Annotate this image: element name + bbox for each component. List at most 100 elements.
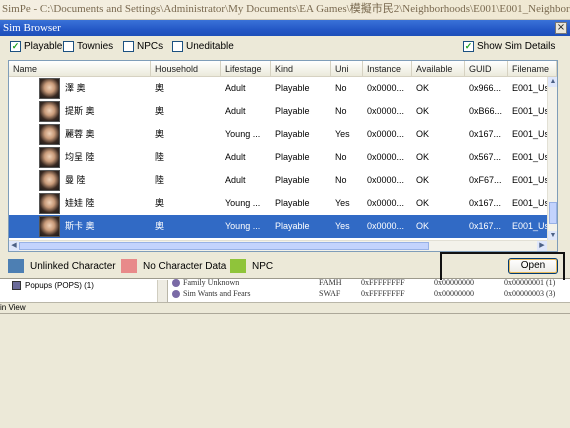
sim-row-selected[interactable]: 斯卡 奧 奧 Young ... Playable Yes 0x0000... OK 0x16…: [9, 215, 554, 238]
scroll-thumb[interactable]: [19, 242, 429, 250]
column-header-filename[interactable]: Filename: [508, 61, 557, 77]
cell-name: 娃娃 陸: [65, 198, 95, 208]
cell-uni: Yes: [335, 129, 350, 139]
status-bar: in View: [0, 302, 570, 313]
resource-row[interactable]: Sim Wants and Fears SWAF 0xFFFFFFFF 0x00…: [169, 289, 570, 300]
legend-label: NPC: [252, 260, 274, 272]
cell-lifestage: Adult: [225, 106, 246, 116]
resource-group: 0xFFFFFFFF: [361, 278, 405, 287]
scroll-corner: [547, 240, 557, 251]
scroll-right-icon[interactable]: ▶: [537, 241, 547, 251]
legend-item: Unlinked Character: [8, 259, 116, 273]
resource-list[interactable]: Family Unknown FAMH 0xFFFFFFFF 0x0000000…: [169, 278, 570, 302]
filter-playable-checkbox[interactable]: ✓ Playable: [10, 41, 62, 52]
sim-portrait-icon: [39, 170, 60, 191]
filter-townies-checkbox[interactable]: Townies: [63, 41, 113, 52]
cell-lifestage: Adult: [225, 83, 246, 93]
column-header-guid[interactable]: GUID: [465, 61, 508, 77]
cell-available: OK: [416, 106, 430, 116]
cell-name: 麗蓉 奧: [65, 129, 95, 139]
legend-swatch: [230, 259, 246, 273]
horizontal-scrollbar[interactable]: ◀ ▶: [9, 240, 547, 251]
cell-guid: 0x167...: [469, 198, 502, 208]
legend-item: No Character Data: [121, 259, 226, 273]
cell-available: OK: [416, 83, 430, 93]
resource-icon: [172, 279, 180, 287]
cell-household: 奧: [155, 198, 165, 208]
resource-instance: 0x00000000: [434, 289, 474, 298]
sim-portrait-icon: [39, 193, 60, 214]
checkbox-empty-icon: [172, 41, 183, 52]
cell-name: 均呈 陸: [65, 152, 95, 162]
column-header-name[interactable]: Name: [9, 61, 151, 77]
filter-npcs-checkbox[interactable]: NPCs: [123, 41, 163, 52]
filter-label: Uneditable: [186, 41, 234, 52]
resource-instance: 0x00000000: [434, 278, 474, 287]
cell-uni: No: [335, 175, 347, 185]
cell-instance: 0x0000...: [367, 129, 405, 139]
checkmark-icon: ✓: [10, 41, 21, 52]
cell-available: OK: [416, 198, 430, 208]
checkbox-empty-icon: [123, 41, 134, 52]
column-header-instance[interactable]: Instance: [363, 61, 412, 77]
cell-lifestage: Young ...: [225, 129, 261, 139]
legend-label: No Character Data: [143, 260, 227, 272]
sim-row[interactable]: 娃娃 陸 奧 Young ... Playable Yes 0x0000... OK 0x16…: [9, 192, 554, 215]
cell-available: OK: [416, 221, 430, 231]
vertical-scrollbar[interactable]: ▲ ▼: [547, 77, 557, 241]
scroll-thumb[interactable]: [549, 202, 557, 224]
cell-lifestage: Adult: [225, 175, 246, 185]
show-sim-details-checkbox[interactable]: ✓ Show Sim Details: [463, 41, 555, 52]
cell-guid: 0x167...: [469, 129, 502, 139]
sim-row[interactable]: 提斯 奧奧 Adult Playable No 0x0000... OK 0xB66... E…: [9, 100, 554, 123]
tree-scrollbar[interactable]: [157, 280, 167, 302]
resource-extra: 0x00000003 (3): [504, 289, 556, 298]
resource-tree[interactable]: Popups (POPS) (1): [0, 280, 168, 302]
filter-bar: ✓ Playable Townies NPCs Uneditable ✓ Sho…: [0, 36, 570, 60]
tree-item[interactable]: Popups (POPS) (1): [12, 281, 94, 290]
cell-household: 陸: [155, 152, 165, 162]
cell-guid: 0x966...: [469, 83, 502, 93]
cell-uni: Yes: [335, 198, 350, 208]
column-header-available[interactable]: Available: [412, 61, 465, 77]
cell-available: OK: [416, 152, 430, 162]
column-header-household[interactable]: Household: [151, 61, 221, 77]
cell-lifestage: Adult: [225, 152, 246, 162]
show-details-label: Show Sim Details: [477, 41, 556, 52]
legend-label: Unlinked Character: [30, 260, 116, 272]
column-header-uni[interactable]: Uni: [331, 61, 363, 77]
cell-lifestage: Young ...: [225, 198, 261, 208]
sim-row[interactable]: 麗蓉 奧 奧 Young ... Playable Yes 0x0000... OK 0x16…: [9, 123, 554, 146]
dialog-title: Sim Browser: [0, 20, 570, 36]
column-header-lifestage[interactable]: Lifestage: [221, 61, 271, 77]
resource-name: Sim Wants and Fears: [183, 289, 251, 298]
resource-type: FAMH: [319, 278, 342, 287]
sim-portrait-icon: [39, 101, 60, 122]
filter-label: Townies: [77, 41, 114, 52]
close-icon[interactable]: ×: [555, 22, 567, 34]
cell-guid: 0xF67...: [469, 175, 502, 185]
column-header-kind[interactable]: Kind: [271, 61, 331, 77]
sim-row[interactable]: 澤 奧奧 Adult Playable No 0x0000... OK 0x966... E0…: [9, 77, 554, 100]
cell-kind: Playable: [275, 106, 310, 116]
sim-portrait-icon: [39, 124, 60, 145]
sim-row[interactable]: 均呈 陸陸 Adult Playable No 0x0000... OK 0x567... E…: [9, 146, 554, 169]
sim-list[interactable]: Name Household Lifestage Kind Uni Instan…: [8, 60, 558, 252]
cell-available: OK: [416, 129, 430, 139]
resource-extra: 0x00000001 (1): [504, 278, 556, 287]
cell-kind: Playable: [275, 221, 310, 231]
folder-icon: [12, 281, 21, 290]
scroll-left-icon[interactable]: ◀: [9, 241, 19, 251]
resource-row[interactable]: Family Unknown FAMH 0xFFFFFFFF 0x0000000…: [169, 278, 570, 289]
sim-row[interactable]: 曼 陸陸 Adult Playable No 0x0000... OK 0xF67... E0…: [9, 169, 554, 192]
scroll-up-icon[interactable]: ▲: [548, 77, 557, 87]
cell-instance: 0x0000...: [367, 175, 405, 185]
cell-household: 奧: [155, 106, 165, 116]
resource-icon: [172, 290, 180, 298]
legend-swatch: [8, 259, 24, 273]
cell-available: OK: [416, 175, 430, 185]
filter-uneditable-checkbox[interactable]: Uneditable: [172, 41, 234, 52]
resource-type: SWAF: [319, 289, 341, 298]
cell-guid: 0x167...: [469, 221, 502, 231]
checkmark-icon: ✓: [463, 41, 474, 52]
